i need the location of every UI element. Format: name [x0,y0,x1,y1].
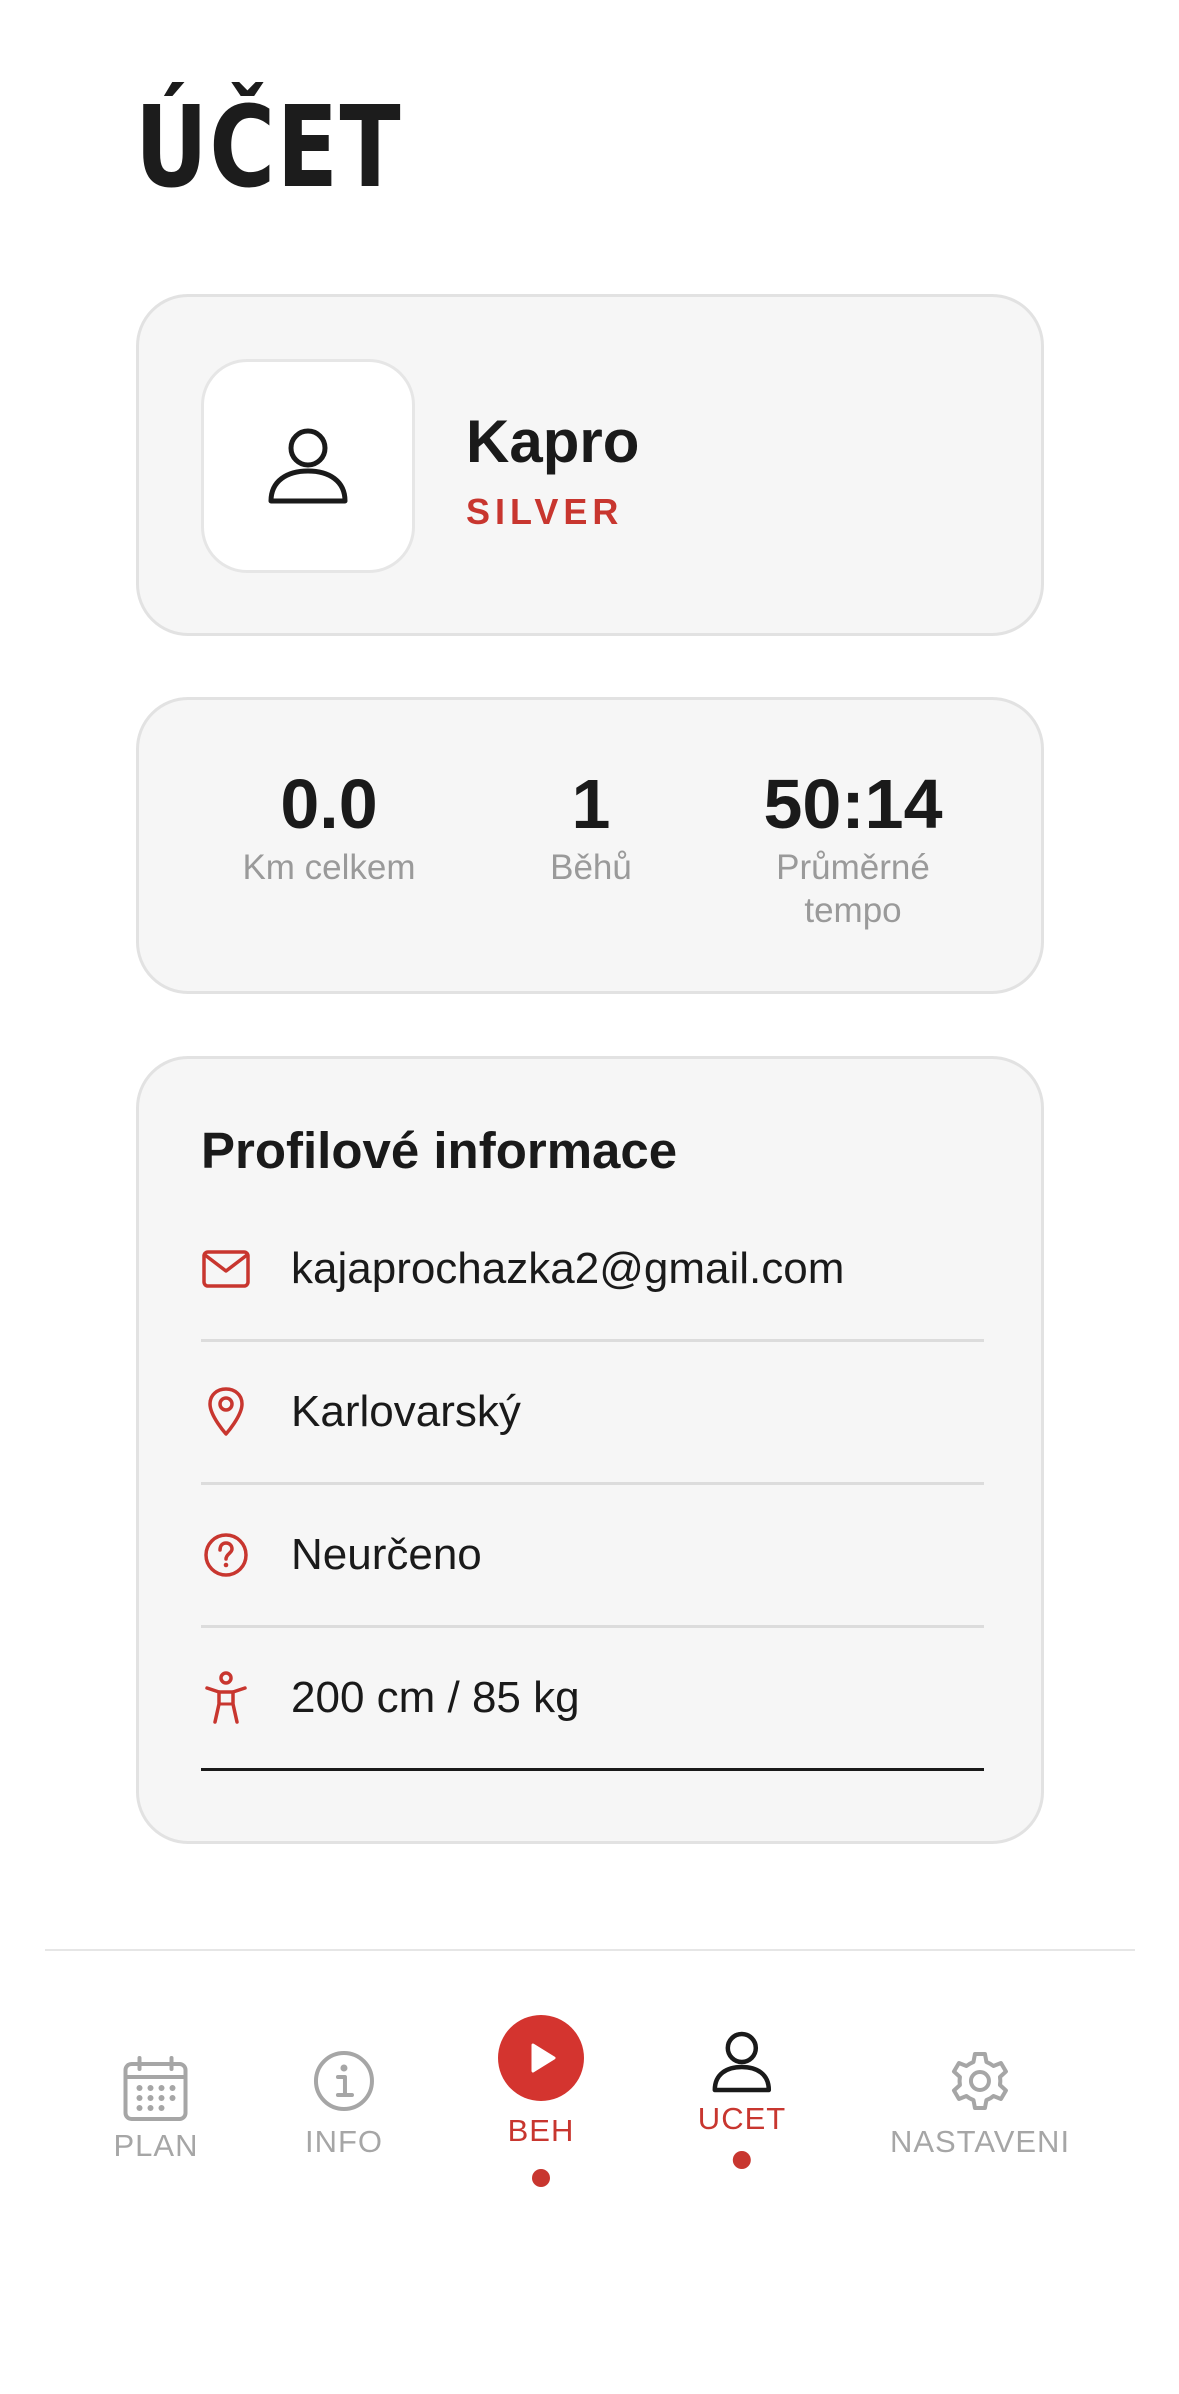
stat-runs: 1 Běhů [550,765,632,889]
page-title: ÚČET [135,83,403,213]
stat-label: Průměrné tempo [776,847,930,931]
gender-value: Neurčeno [291,1530,482,1579]
nav-item-nastaveni[interactable]: NASTAVENI [890,2047,1070,2160]
user-icon [268,428,348,504]
stat-value: 50:14 [763,765,943,843]
profile-info-title: Profilové informace [201,1122,678,1179]
region-value: Karlovarský [291,1387,521,1436]
email-value: kajaprochazka2@gmail.com [291,1244,845,1293]
info-row-email: kajaprochazka2@gmail.com [201,1199,984,1342]
nav-divider [45,1949,1135,1951]
stat-value: 1 [571,765,611,843]
nav-item-ucet[interactable]: UCET [698,2030,786,2169]
stat-value: 0.0 [280,765,378,843]
avatar[interactable] [201,359,415,573]
mail-icon [201,1244,251,1294]
body-icon [201,1671,251,1724]
nav-item-beh[interactable]: BEH [498,2015,584,2187]
membership-tier: SILVER [466,491,624,532]
profile-card: Kapro SILVER [136,294,1044,636]
active-indicator-dot [532,2169,550,2187]
nav-label: UCET [697,2101,787,2136]
nav-label: BEH [507,2113,575,2148]
calendar-icon [123,2056,188,2121]
height-weight-value: 200 cm / 85 kg [291,1673,580,1722]
nav-label: INFO [304,2124,384,2159]
active-indicator-dot [732,2151,751,2169]
location-pin-icon [201,1387,251,1437]
profile-info-card: Profilové informace kajaprochazka2@gmail… [136,1056,1044,1844]
stat-total-km: 0.0 Km celkem [242,765,416,889]
play-icon [498,2015,584,2101]
stat-label: Km celkem [242,847,416,887]
stat-label: Běhů [550,847,632,887]
info-icon [314,2051,374,2111]
question-icon [201,1530,251,1580]
user-icon [712,2031,772,2093]
gear-icon [951,2052,1008,2110]
stat-average-pace: 50:14 Průměrné tempo [743,765,963,933]
info-row-region: Karlovarský [201,1342,984,1485]
nav-label: NASTAVENI [889,2124,1071,2159]
user-name: Kapro [466,408,640,475]
nav-item-plan[interactable]: PLAN [114,2055,199,2164]
nav-label: PLAN [113,2128,199,2163]
stats-card: 0.0 Km celkem 1 Běhů 50:14 Průměrné temp… [136,697,1044,994]
info-row-gender: Neurčeno [201,1485,984,1628]
nav-item-info[interactable]: INFO [305,2049,383,2160]
info-row-body: 200 cm / 85 kg [201,1628,984,1771]
